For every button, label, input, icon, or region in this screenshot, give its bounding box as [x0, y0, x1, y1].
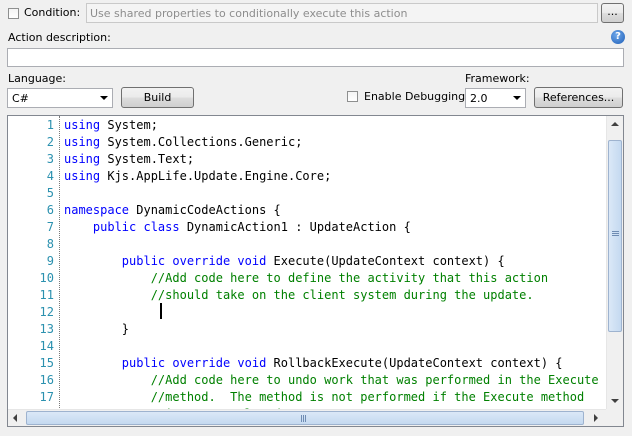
arrow-left-icon [13, 414, 17, 422]
condition-placeholder: Use shared properties to conditionally e… [90, 7, 408, 20]
line-number-gutter: 123456789101112131415161718 [8, 116, 56, 421]
framework-selected-value: 2.0 [470, 92, 488, 105]
code-text: Kjs.AppLife.Update.Engine.Core; [100, 169, 332, 183]
code-comment: //method. The method is not performed if… [150, 390, 585, 404]
code-text: System; [100, 118, 158, 132]
chevron-down-icon [100, 96, 108, 100]
gutter-separator [59, 116, 61, 410]
language-select[interactable]: C# [7, 88, 113, 108]
code-line: using System.Collections.Generic; [64, 134, 302, 151]
code-text: DynamicCodeActions { [129, 203, 281, 217]
code-line: using Kjs.AppLife.Update.Engine.Core; [64, 168, 331, 185]
code-text: DynamicAction1 : UpdateAction { [179, 220, 411, 234]
language-selected-value: C# [12, 92, 29, 105]
code-keyword: using [64, 118, 101, 132]
scroll-down-button[interactable] [607, 393, 623, 409]
line-number: 11 [39, 288, 54, 302]
code-text: Execute(UpdateContext context) { [266, 254, 505, 268]
scroll-up-button[interactable] [607, 116, 623, 132]
code-comment: //should take on the client system durin… [150, 288, 534, 302]
text-caret [160, 303, 162, 319]
code-keyword: using [64, 152, 101, 166]
scroll-left-button[interactable] [8, 410, 24, 426]
framework-label: Framework: [465, 72, 530, 85]
code-text: System.Text; [100, 152, 195, 166]
horizontal-scrollbar[interactable] [8, 409, 606, 426]
line-number: 12 [39, 305, 54, 319]
horizontal-scroll-thumb[interactable] [26, 411, 584, 425]
code-text: RollbackExecute(UpdateContext context) { [266, 356, 563, 370]
line-number: 14 [39, 339, 54, 353]
code-line: public class DynamicAction1 : UpdateActi… [64, 219, 411, 236]
line-number: 10 [39, 271, 54, 285]
references-button[interactable]: References... [534, 87, 623, 108]
code-line: //Add code here to define the activity t… [64, 270, 548, 287]
arrow-right-icon [594, 414, 598, 422]
condition-label: Condition: [24, 6, 81, 19]
enable-debugging-label: Enable Debugging [364, 90, 466, 103]
code-keyword: using [64, 135, 101, 149]
line-number: 6 [46, 203, 54, 217]
enable-debugging-checkbox[interactable] [347, 91, 358, 102]
scroll-right-button[interactable] [588, 410, 604, 426]
code-line: public override void RollbackExecute(Upd… [64, 355, 563, 372]
line-number: 3 [46, 152, 54, 166]
code-keyword: namespace [64, 203, 130, 217]
code-line: } [64, 321, 129, 338]
code-keyword: public override void [121, 356, 267, 370]
code-text-area[interactable]: using System; using System.Collections.Ge… [64, 116, 607, 410]
code-line: //method. The method is not performed if… [64, 389, 584, 406]
action-description-input[interactable] [7, 48, 624, 67]
code-line: //Add code here to undo work that was pe… [64, 372, 599, 389]
line-number: 7 [46, 220, 54, 234]
condition-checkbox[interactable] [8, 8, 19, 19]
vertical-scroll-thumb[interactable] [608, 140, 622, 332]
line-number: 4 [46, 169, 54, 183]
code-editor[interactable]: 123456789101112131415161718 using System… [7, 115, 624, 427]
line-number: 2 [46, 135, 54, 149]
arrow-down-icon [611, 399, 619, 403]
code-keyword: using [64, 169, 101, 183]
action-description-label: Action description: [8, 31, 111, 44]
code-text: System.Collections.Generic; [100, 135, 303, 149]
code-text: } [64, 322, 130, 336]
framework-select[interactable]: 2.0 [465, 88, 526, 108]
language-label: Language: [8, 72, 66, 85]
line-number: 9 [46, 254, 54, 268]
grip-icon [612, 231, 619, 232]
line-number: 5 [46, 186, 54, 200]
vertical-scrollbar[interactable] [606, 116, 623, 410]
code-line: using System; [64, 117, 158, 134]
code-line: public override void Execute(UpdateConte… [64, 253, 505, 270]
chevron-down-icon [513, 96, 521, 100]
help-icon[interactable]: ? [611, 30, 625, 44]
line-number: 15 [39, 356, 54, 370]
code-line: using System.Text; [64, 151, 194, 168]
build-button[interactable]: Build [121, 87, 194, 108]
line-number: 1 [46, 118, 54, 132]
line-number: 8 [46, 237, 54, 251]
scrollbar-corner [606, 409, 623, 426]
code-comment: //Add code here to define the activity t… [150, 271, 549, 285]
code-keyword: public override void [121, 254, 267, 268]
code-line: namespace DynamicCodeActions { [64, 202, 281, 219]
line-number: 13 [39, 322, 54, 336]
condition-browse-button[interactable]: ... [601, 3, 624, 23]
condition-input[interactable]: Use shared properties to conditionally e… [86, 3, 598, 23]
arrow-up-icon [611, 122, 619, 126]
code-line: //should take on the client system durin… [64, 287, 534, 304]
line-number: 17 [39, 390, 54, 404]
grip-icon [301, 415, 302, 422]
code-comment: //Add code here to undo work that was pe… [150, 373, 599, 387]
line-number: 16 [39, 373, 54, 387]
code-keyword: public class [92, 220, 180, 234]
